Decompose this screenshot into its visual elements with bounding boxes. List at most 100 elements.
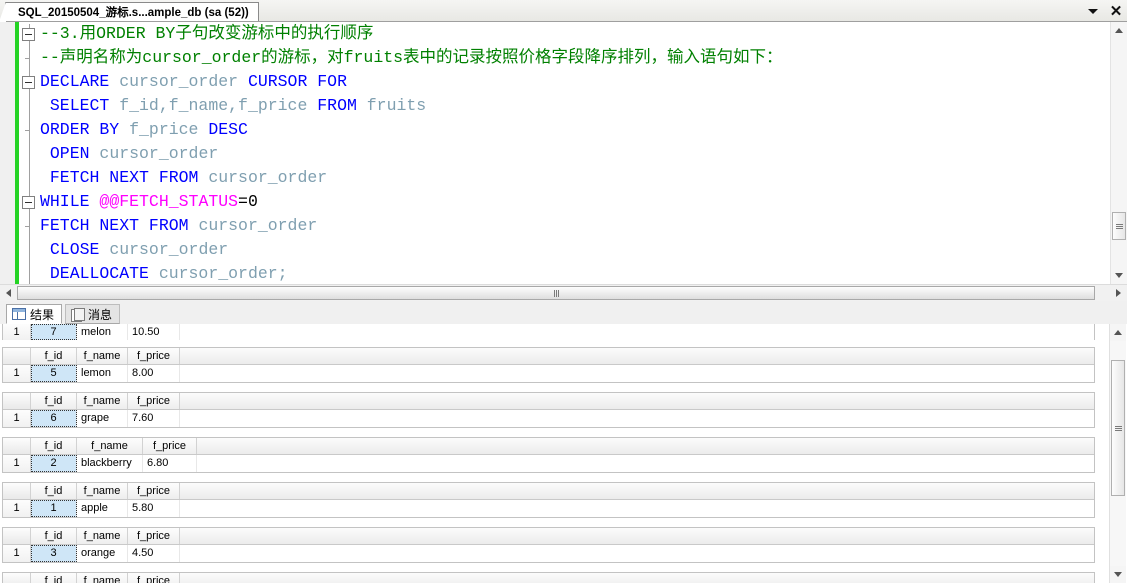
cell-f-id[interactable]: 5 bbox=[31, 365, 77, 382]
grid-corner-header[interactable] bbox=[3, 483, 31, 499]
row-header[interactable]: 1 bbox=[3, 410, 31, 427]
ssms-window: SQL_20150504_游标.s...ample_db (sa (52)) ✕… bbox=[0, 0, 1127, 583]
column-header-f-id[interactable]: f_id bbox=[31, 438, 77, 454]
cell-f-price[interactable]: 5.80 bbox=[128, 500, 180, 517]
cell-f-name[interactable]: grape bbox=[77, 410, 128, 427]
cell-f-id[interactable]: 1 bbox=[31, 500, 77, 517]
chevron-down-icon bbox=[1088, 8, 1098, 14]
outline-tick-icon bbox=[25, 226, 30, 227]
cell-f-name[interactable]: apple bbox=[77, 500, 128, 517]
column-header-f-name[interactable]: f_name bbox=[77, 483, 128, 499]
editor-horizontal-scrollbar[interactable] bbox=[0, 284, 1127, 301]
column-header-f-price[interactable]: f_price bbox=[128, 393, 180, 409]
editor-vertical-scrollbar[interactable] bbox=[1110, 22, 1127, 284]
result-grid[interactable]: f_id f_name f_price 1 1 apple 5.80 bbox=[2, 482, 1095, 518]
column-header-f-name[interactable]: f_name bbox=[77, 528, 128, 544]
cell-f-name[interactable]: orange bbox=[77, 545, 128, 562]
fold-collapse-icon[interactable] bbox=[22, 196, 35, 209]
tab-results[interactable]: 结果 bbox=[6, 304, 63, 324]
cell-f-id[interactable]: 6 bbox=[31, 410, 77, 427]
column-header-f-price[interactable]: f_price bbox=[128, 348, 180, 364]
table-row[interactable]: 1 5 lemon 8.00 bbox=[3, 365, 1094, 382]
result-grid[interactable]: f_id f_name f_price 1 2 blackberry 6.80 bbox=[2, 437, 1095, 473]
code-token: =0 bbox=[238, 192, 258, 211]
cell-f-price[interactable]: 10.50 bbox=[128, 324, 180, 340]
column-header-f-id[interactable]: f_id bbox=[31, 528, 77, 544]
cell-f-price[interactable]: 8.00 bbox=[128, 365, 180, 382]
document-tabstrip: SQL_20150504_游标.s...ample_db (sa (52)) ✕ bbox=[0, 0, 1127, 22]
scroll-down-button[interactable] bbox=[1110, 566, 1126, 583]
tab-messages[interactable]: 消息 bbox=[65, 304, 121, 324]
fold-collapse-icon[interactable] bbox=[22, 28, 35, 41]
table-row[interactable]: 1 6 grape 7.60 bbox=[3, 410, 1094, 427]
sql-editor[interactable]: --3.用ORDER BY子句改变游标中的执行顺序 --声明名称为cursor_o… bbox=[0, 22, 1127, 284]
close-tab-button[interactable]: ✕ bbox=[1109, 2, 1123, 20]
cell-f-name[interactable]: melon bbox=[77, 324, 128, 340]
row-header[interactable]: 1 bbox=[3, 324, 31, 340]
cell-f-price[interactable]: 4.50 bbox=[128, 545, 180, 562]
editor-vscroll-thumb[interactable] bbox=[1112, 212, 1126, 240]
column-header-f-name[interactable]: f_name bbox=[77, 438, 143, 454]
results-grids[interactable]: 1 7 melon 10.50 f_id f_name f_price 1 5 lemon… bbox=[0, 324, 1127, 583]
cell-f-name[interactable]: blackberry bbox=[77, 455, 143, 472]
table-row[interactable]: 1 7 melon 10.50 bbox=[2, 324, 1095, 340]
result-grid[interactable]: f_id f_name f_price 1 5 lemon 8.00 bbox=[2, 347, 1095, 383]
cell-f-id[interactable]: 2 bbox=[31, 455, 77, 472]
column-header-f-id[interactable]: f_id bbox=[31, 348, 77, 364]
grid-corner-header[interactable] bbox=[3, 393, 31, 409]
cell-f-price[interactable]: 6.80 bbox=[143, 455, 197, 472]
arrow-down-icon bbox=[1115, 273, 1123, 278]
column-header-f-price[interactable]: f_price bbox=[128, 573, 180, 583]
results-vscroll-thumb[interactable] bbox=[1111, 360, 1125, 496]
code-token: CLOSE bbox=[40, 240, 100, 259]
table-row[interactable]: 1 1 apple 5.80 bbox=[3, 500, 1094, 517]
scroll-up-button[interactable] bbox=[1110, 324, 1126, 341]
scroll-right-button[interactable] bbox=[1110, 285, 1127, 301]
code-token: FETCH NEXT FROM bbox=[40, 216, 189, 235]
column-header-f-name[interactable]: f_name bbox=[77, 393, 128, 409]
tab-list-dropdown-button[interactable] bbox=[1086, 4, 1100, 18]
grid-corner-header[interactable] bbox=[3, 528, 31, 544]
column-header-f-id[interactable]: f_id bbox=[31, 573, 77, 583]
row-header[interactable]: 1 bbox=[3, 545, 31, 562]
code-line: --声明名称为cursor_order的游标，对fruits表中的记录按照价格字… bbox=[40, 46, 783, 70]
editor-hscroll-thumb[interactable] bbox=[17, 286, 1095, 300]
table-row[interactable]: 1 2 blackberry 6.80 bbox=[3, 455, 1094, 472]
result-grid[interactable]: f_id f_name f_price bbox=[2, 572, 1095, 583]
code-token: DECLARE bbox=[40, 72, 110, 91]
scroll-down-button[interactable] bbox=[1111, 267, 1127, 284]
editor-outline-margin[interactable] bbox=[22, 22, 38, 284]
cell-f-name[interactable]: lemon bbox=[77, 365, 128, 382]
scroll-up-button[interactable] bbox=[1111, 22, 1127, 39]
column-header-f-id[interactable]: f_id bbox=[31, 393, 77, 409]
column-header-f-name[interactable]: f_name bbox=[77, 348, 128, 364]
grid-corner-header[interactable] bbox=[3, 573, 31, 583]
close-icon: ✕ bbox=[1109, 2, 1123, 20]
grid-corner-header[interactable] bbox=[3, 348, 31, 364]
scroll-left-button[interactable] bbox=[0, 285, 17, 301]
column-header-f-price[interactable]: f_price bbox=[128, 528, 180, 544]
cell-f-id[interactable]: 7 bbox=[31, 324, 77, 340]
cell-f-price[interactable]: 7.60 bbox=[128, 410, 180, 427]
column-header-f-name[interactable]: f_name bbox=[77, 573, 128, 583]
column-header-f-id[interactable]: f_id bbox=[31, 483, 77, 499]
row-header[interactable]: 1 bbox=[3, 365, 31, 382]
fold-collapse-icon[interactable] bbox=[22, 76, 35, 89]
results-vertical-scrollbar[interactable] bbox=[1109, 324, 1126, 583]
code-token: OPEN bbox=[40, 144, 90, 163]
row-header[interactable]: 1 bbox=[3, 455, 31, 472]
editor-code[interactable]: --3.用ORDER BY子句改变游标中的执行顺序 --声明名称为cursor_o… bbox=[40, 22, 783, 284]
column-header-f-price[interactable]: f_price bbox=[143, 438, 197, 454]
result-grid[interactable]: f_id f_name f_price 1 3 orange 4.50 bbox=[2, 527, 1095, 563]
cell-f-id[interactable]: 3 bbox=[31, 545, 77, 562]
outline-tick-icon bbox=[25, 58, 30, 59]
table-row[interactable]: 1 3 orange 4.50 bbox=[3, 545, 1094, 562]
grid-corner-header[interactable] bbox=[3, 438, 31, 454]
result-grid[interactable]: f_id f_name f_price 1 6 grape 7.60 bbox=[2, 392, 1095, 428]
document-tab[interactable]: SQL_20150504_游标.s...ample_db (sa (52)) bbox=[0, 2, 259, 22]
row-header[interactable]: 1 bbox=[3, 500, 31, 517]
column-header-f-price[interactable]: f_price bbox=[128, 483, 180, 499]
